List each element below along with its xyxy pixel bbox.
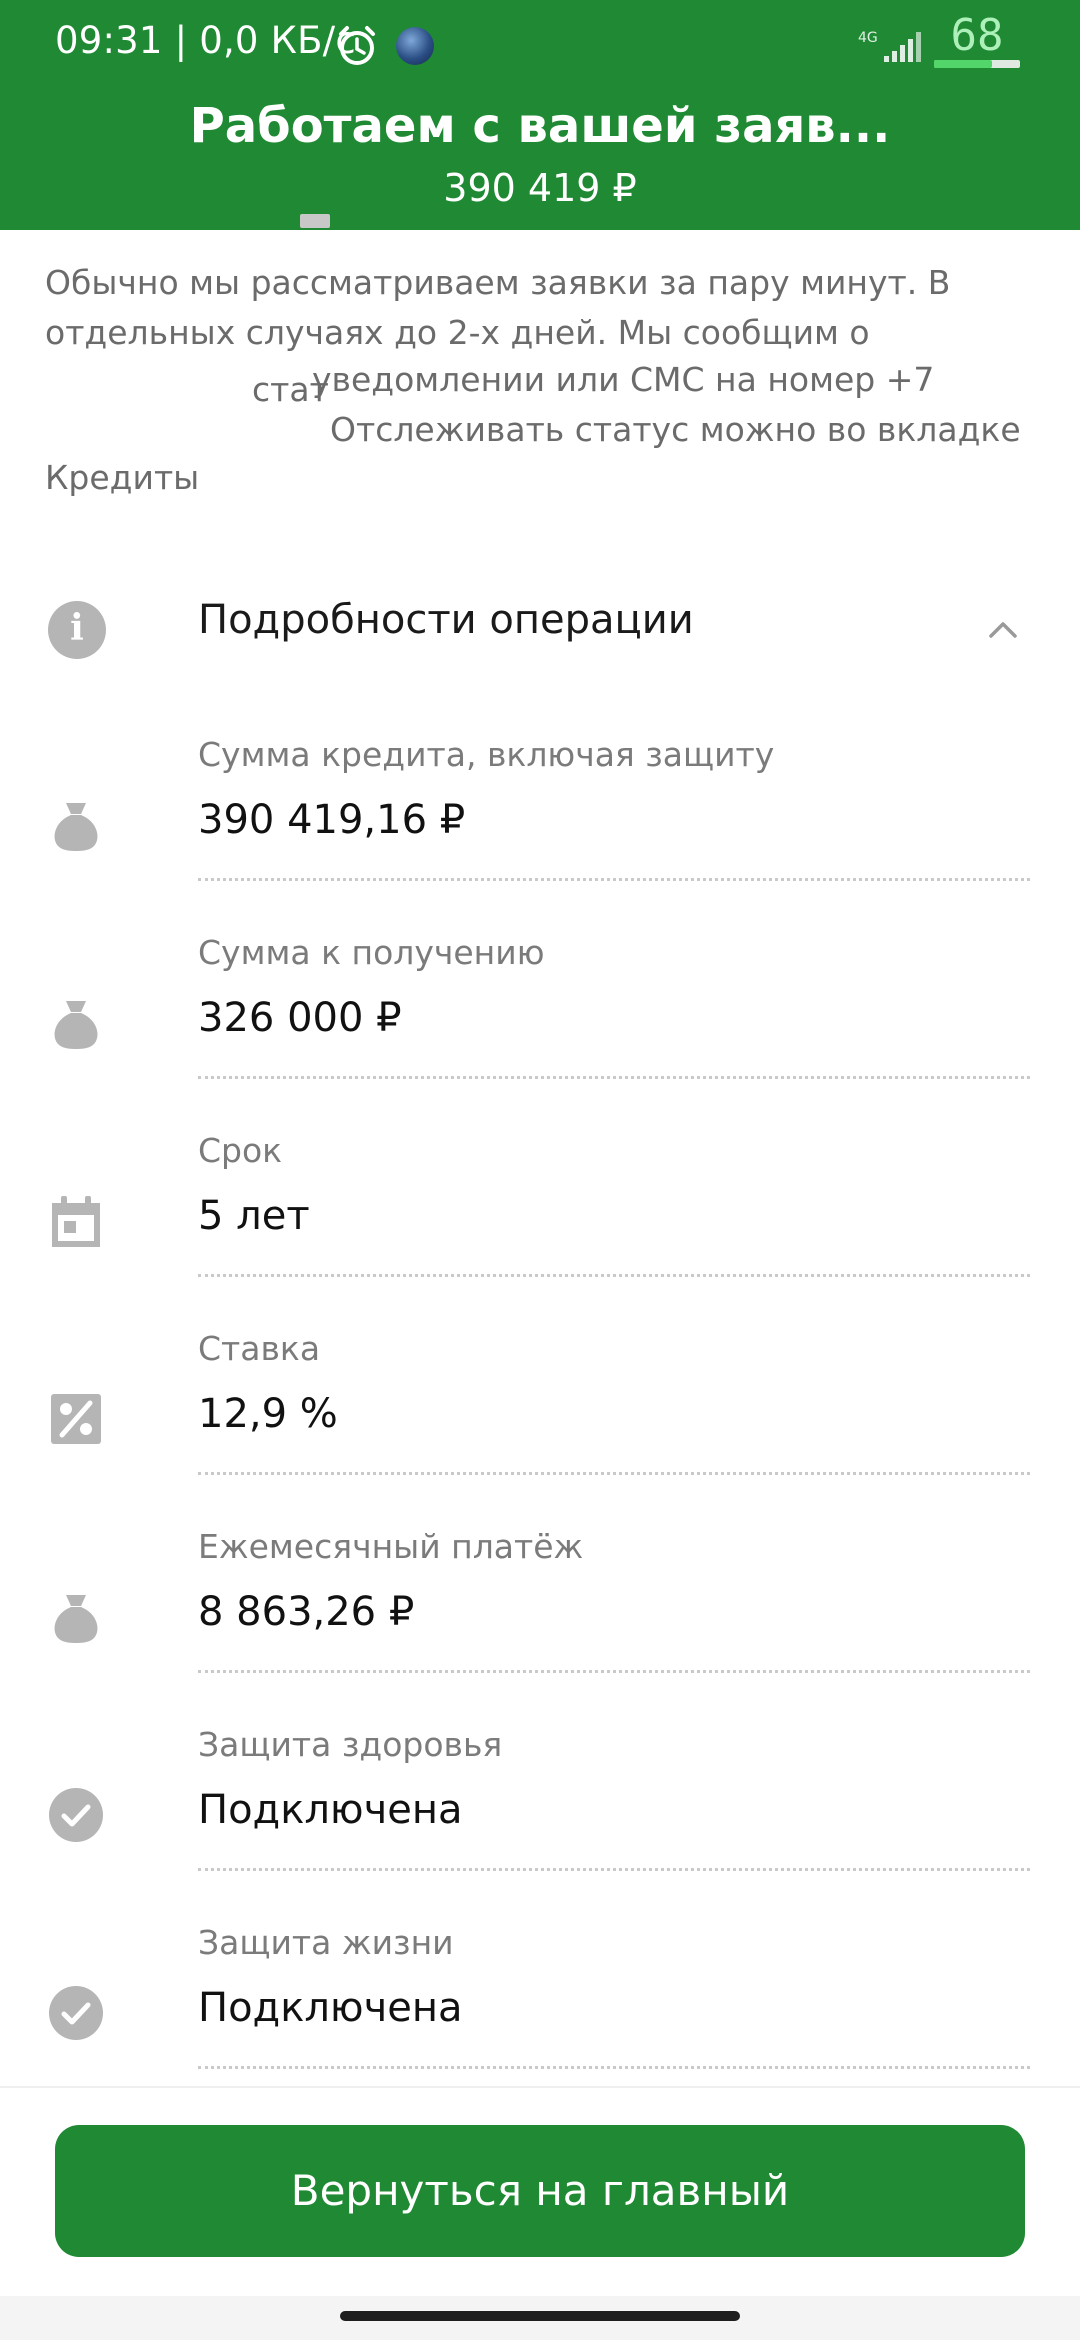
battery-level: 68 <box>950 10 1004 61</box>
row-label: Защита здоровья <box>198 1725 503 1764</box>
row-divider <box>198 1472 1030 1475</box>
row-value: 326 000 ₽ <box>198 995 402 1041</box>
intro-line-1: Обычно мы рассматриваем заявки за пару м… <box>45 263 951 302</box>
detail-row-health-protection: Защита здоровья Подключена <box>0 1725 1080 1923</box>
row-label: Сумма к получению <box>198 933 545 972</box>
row-divider <box>198 1274 1030 1277</box>
money-bag-icon <box>54 1595 98 1643</box>
detail-row-monthly-payment: Ежемесячный платёж 8 863,26 ₽ <box>0 1527 1080 1725</box>
battery-fill <box>934 60 993 68</box>
row-label: Ежемесячный платёж <box>198 1527 584 1566</box>
details-title: Подробности операции <box>198 597 694 643</box>
row-divider <box>198 878 1030 881</box>
row-value: Подключена <box>198 1787 463 1833</box>
page-title: Работаем с вашей заяв... <box>189 98 891 154</box>
intro-text: Обычно мы рассматриваем заявки за пару м… <box>45 258 1035 358</box>
row-label: Срок <box>198 1131 283 1170</box>
intro-fragment-b: уведомлении или СМС на номер +7 <box>312 360 935 399</box>
home-gesture-handle[interactable] <box>340 2311 740 2321</box>
row-divider <box>198 2066 1030 2069</box>
row-value: Подключена <box>198 1985 463 2031</box>
intro-line-2: отдельных случаях до 2-х дней. Мы сообщи… <box>45 313 870 352</box>
battery-bar <box>934 60 1020 68</box>
info-icon: i <box>48 601 106 659</box>
row-divider <box>198 1868 1030 1871</box>
detail-row-rate: Ставка 12,9 % <box>0 1329 1080 1527</box>
row-label: Защита жизни <box>198 1923 454 1962</box>
money-bag-icon <box>54 803 98 851</box>
detail-row-credit-sum: Сумма кредита, включая защиту 390 419,16… <box>0 735 1080 933</box>
alarm-icon <box>339 26 375 65</box>
row-divider <box>198 1670 1030 1673</box>
credits-tab-label: Кредиты <box>45 458 200 497</box>
detail-row-receive-sum: Сумма к получению 326 000 ₽ <box>0 933 1080 1131</box>
network-type: 4G <box>858 30 878 46</box>
check-circle-icon <box>49 1788 103 1842</box>
row-value: 5 лет <box>198 1193 310 1239</box>
row-value: 390 419,16 ₽ <box>198 797 466 843</box>
header-amount: 390 419 ₽ <box>443 166 637 210</box>
row-value: 8 863,26 ₽ <box>198 1589 415 1635</box>
cut-off-text <box>300 214 330 228</box>
intro-fragment-c: Отслеживать статус можно во вкладке <box>330 410 1021 449</box>
chevron-up-icon[interactable] <box>988 615 1018 645</box>
row-label: Ставка <box>198 1329 321 1368</box>
money-bag-icon <box>54 1001 98 1049</box>
calendar-icon <box>52 1196 100 1247</box>
detail-row-term: Срок 5 лет <box>0 1131 1080 1329</box>
details-section-header[interactable]: i Подробности операции <box>0 575 1080 675</box>
row-value: 12,9 % <box>198 1391 338 1437</box>
row-divider <box>198 1076 1030 1079</box>
percent-icon <box>51 1394 101 1444</box>
battery-icon: 68 <box>934 14 1020 68</box>
status-time-speed: 09:31 | 0,0 КБ/с <box>55 19 356 62</box>
app-header: Работаем с вашей заяв... 390 419 ₽ <box>0 76 1080 230</box>
row-label: Сумма кредита, включая защиту <box>198 735 775 774</box>
app-icon <box>396 27 434 65</box>
return-home-button[interactable]: Вернуться на главный <box>55 2125 1025 2257</box>
signal-icon <box>884 32 921 62</box>
status-bar: 09:31 | 0,0 КБ/с 4G 68 <box>0 0 1080 76</box>
check-circle-icon <box>49 1986 103 2040</box>
